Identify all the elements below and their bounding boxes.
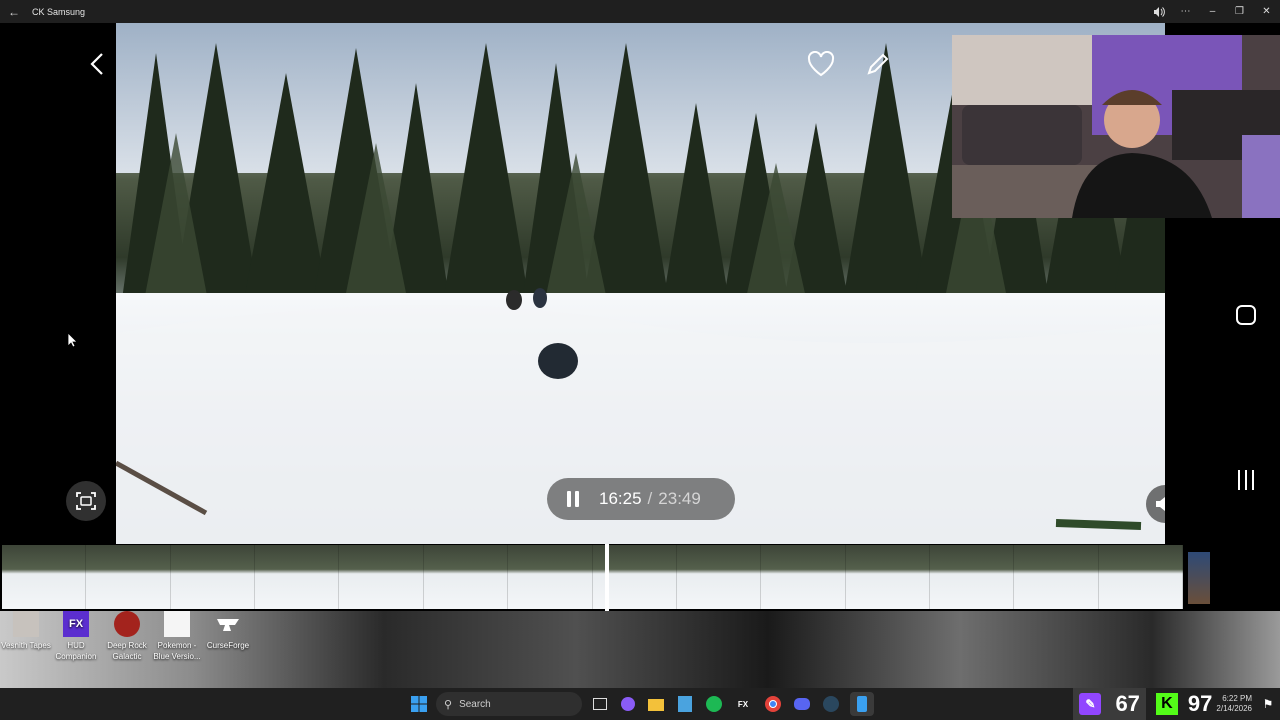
- windows-start-icon[interactable]: [407, 692, 431, 716]
- clock-time: 6:22 PM: [1222, 694, 1252, 703]
- desktop-icon[interactable]: CurseForge: [202, 611, 254, 651]
- edit-pencil-icon[interactable]: [863, 49, 893, 79]
- pokemon-blue-icon: [164, 611, 190, 637]
- twitch-icon: ✎: [1079, 693, 1102, 715]
- hud-companion-icon: FX: [63, 611, 89, 637]
- system-tray: ✎ 67 K 97 6:22 PM 2/14/2026 ⚑: [1073, 688, 1280, 720]
- back-chevron-icon[interactable]: [86, 53, 108, 75]
- filmstrip-frame: [929, 545, 1015, 609]
- filmstrip-frame: [339, 545, 424, 609]
- copilot-icon[interactable]: [616, 692, 640, 716]
- kick-count: 97: [1187, 691, 1213, 716]
- current-time: 16:25: [599, 489, 642, 508]
- window-controls: ⋯ – ❐ ✕: [1145, 0, 1280, 23]
- chrome-icon[interactable]: [761, 692, 785, 716]
- taskbar-search[interactable]: ⚲ Search: [436, 692, 582, 716]
- capture-icon[interactable]: [66, 481, 106, 521]
- filmstrip-frame: [423, 545, 509, 609]
- recent-apps-icon[interactable]: [1235, 468, 1257, 492]
- kick-icon: K: [1155, 693, 1178, 715]
- filmstrip-frame: [1098, 545, 1184, 609]
- window-title: CK Samsung: [32, 6, 86, 17]
- filmstrip-frame: [255, 545, 340, 609]
- twitch-count: 67: [1115, 691, 1140, 716]
- desktop-icon-label: Vesnith Tapes: [1, 641, 51, 650]
- task-view-icon[interactable]: [588, 692, 612, 716]
- file-explorer-icon[interactable]: [644, 692, 668, 716]
- window-titlebar: ← CK Samsung ⋯ – ❐ ✕: [0, 0, 1280, 23]
- time-separator: /: [647, 489, 653, 508]
- hud-fx-icon[interactable]: FX: [731, 692, 755, 716]
- kick-counter: K 97: [1155, 688, 1216, 720]
- filmstrip-frame: [2, 545, 87, 609]
- filmstrip-frame: [170, 545, 256, 609]
- filmstrip-frames: [2, 545, 1184, 609]
- clock-date: 2/14/2026: [1216, 704, 1252, 713]
- filmstrip-frame: [761, 545, 846, 609]
- spotify-icon[interactable]: [702, 692, 726, 716]
- desktop-icon[interactable]: Pokemon - Blue Versio...: [151, 611, 203, 662]
- filmstrip-frame: [676, 545, 762, 609]
- deep-rock-galactic-icon: [114, 611, 140, 637]
- taskbar: ⚲ Search FX ✎ 67 K 97 6:22 PM 2/14/2026: [0, 688, 1280, 720]
- vesnith-tapes-icon: [13, 611, 39, 637]
- desktop-icon[interactable]: Vesnith Tapes: [0, 611, 52, 651]
- webcam-overlay: [952, 35, 1280, 218]
- desktop-icon-label: CurseForge: [206, 641, 250, 650]
- curseforge-icon: [215, 611, 241, 637]
- clock[interactable]: 6:22 PM 2/14/2026: [1216, 694, 1252, 714]
- filmstrip-frame: [86, 545, 171, 609]
- desktop-icon-label: Deep Rock Galactic: [107, 641, 147, 661]
- home-button-icon[interactable]: [1235, 304, 1257, 326]
- favorite-heart-icon[interactable]: [806, 49, 836, 79]
- total-time: 23:49: [658, 489, 701, 508]
- volume-icon[interactable]: [1145, 0, 1172, 23]
- twitch-counter: ✎ 67: [1073, 688, 1146, 720]
- filmstrip-frame: [1014, 545, 1099, 609]
- notification-bell-icon[interactable]: ⚑: [1256, 692, 1280, 716]
- filmstrip-frame: [508, 545, 593, 609]
- next-video-thumbnail[interactable]: [1188, 552, 1210, 604]
- desktop-background: Vesnith Tapes FX HUD Companion Deep Rock…: [0, 611, 1280, 688]
- video-filmstrip[interactable]: [0, 544, 1280, 611]
- screen: ← CK Samsung ⋯ – ❐ ✕ 16:25 / 23:49 Vesni…: [0, 0, 1280, 720]
- pause-icon[interactable]: [547, 490, 599, 508]
- mouse-cursor-icon: [66, 331, 78, 349]
- minimize-icon[interactable]: –: [1199, 0, 1226, 23]
- steam-icon[interactable]: [819, 692, 843, 716]
- left-pane: [0, 23, 116, 544]
- playback-controls: 16:25 / 23:49: [547, 478, 735, 520]
- phone-link-icon[interactable]: [850, 692, 874, 716]
- close-icon[interactable]: ✕: [1253, 0, 1280, 23]
- search-placeholder: Search: [459, 698, 491, 710]
- more-icon[interactable]: ⋯: [1172, 0, 1199, 23]
- filmstrip-frame: [845, 545, 930, 609]
- notepad-icon[interactable]: [673, 692, 697, 716]
- right-pane: [1165, 218, 1280, 544]
- restore-icon[interactable]: ❐: [1226, 0, 1253, 23]
- desktop-icon[interactable]: Deep Rock Galactic: [101, 611, 153, 662]
- discord-icon[interactable]: [790, 692, 814, 716]
- playhead-scrubber[interactable]: [605, 544, 609, 611]
- desktop-icon-label: HUD Companion: [55, 641, 97, 661]
- search-icon: ⚲: [444, 698, 453, 711]
- desktop-icon[interactable]: FX HUD Companion: [50, 611, 102, 662]
- back-arrow-icon[interactable]: ←: [0, 5, 28, 19]
- desktop-icon-label: Pokemon - Blue Versio...: [153, 641, 201, 661]
